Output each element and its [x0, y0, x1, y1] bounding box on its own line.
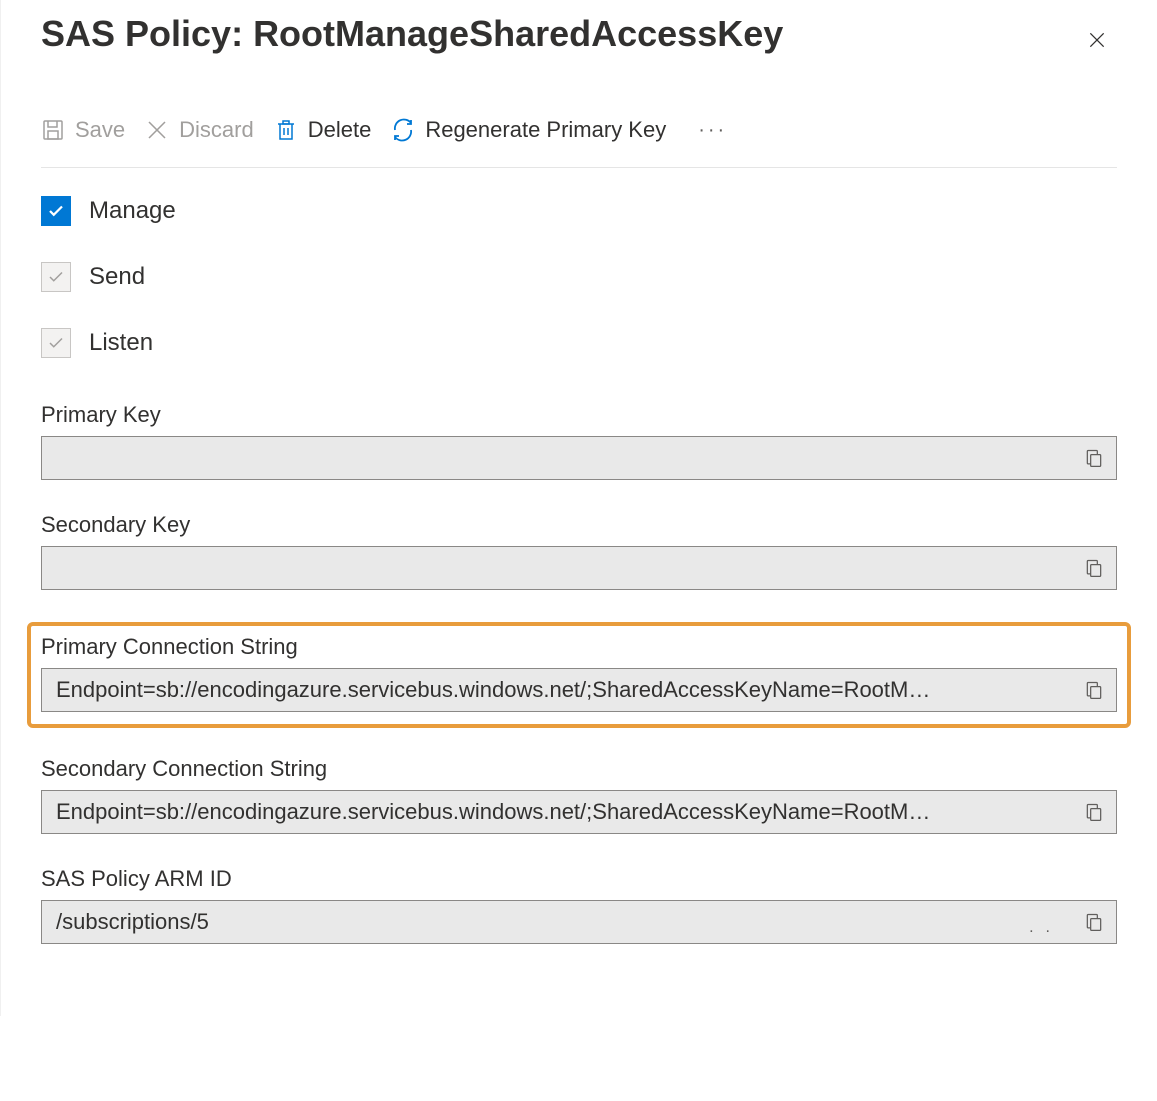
manage-checkbox[interactable] [41, 196, 71, 226]
truncation-dots: .. [1029, 919, 1072, 943]
send-checkbox[interactable] [41, 262, 71, 292]
copy-icon [1084, 912, 1104, 932]
toolbar: Save Discard Delete Regenerate Primary K… [41, 111, 1117, 168]
secondary-connection-row [41, 790, 1117, 834]
arm-id-label: SAS Policy ARM ID [41, 866, 1117, 892]
more-button[interactable]: ··· [686, 113, 739, 148]
copy-icon [1084, 558, 1104, 578]
copy-icon [1084, 448, 1104, 468]
manage-label: Manage [89, 197, 176, 225]
more-icon: ··· [698, 119, 727, 141]
secondary-key-field: Secondary Key [41, 512, 1117, 590]
send-label: Send [89, 263, 145, 291]
arm-id-copy-button[interactable] [1072, 901, 1116, 943]
save-icon [41, 118, 65, 142]
copy-icon [1084, 802, 1104, 822]
secondary-connection-copy-button[interactable] [1072, 791, 1116, 833]
sas-policy-panel: SAS Policy: RootManageSharedAccessKey Sa… [0, 0, 1157, 1016]
delete-label: Delete [308, 117, 372, 143]
panel-header: SAS Policy: RootManageSharedAccessKey [41, 12, 1117, 63]
secondary-connection-input[interactable] [42, 791, 1072, 833]
arm-id-field: SAS Policy ARM ID .. [41, 866, 1117, 944]
permission-send: Send [41, 262, 1117, 292]
permission-manage: Manage [41, 196, 1117, 226]
secondary-key-row [41, 546, 1117, 590]
delete-button[interactable]: Delete [274, 111, 388, 149]
regenerate-label: Regenerate Primary Key [425, 117, 666, 143]
close-button[interactable] [1077, 20, 1117, 63]
primary-key-field: Primary Key [41, 402, 1117, 480]
close-icon [1087, 30, 1107, 50]
check-icon [47, 334, 65, 352]
arm-id-input[interactable] [42, 901, 1029, 943]
discard-button[interactable]: Discard [145, 111, 270, 149]
primary-connection-highlight: Primary Connection String [27, 622, 1131, 728]
arm-id-row: .. [41, 900, 1117, 944]
primary-key-row [41, 436, 1117, 480]
primary-connection-input[interactable] [42, 669, 1072, 711]
primary-connection-copy-button[interactable] [1072, 669, 1116, 711]
secondary-key-label: Secondary Key [41, 512, 1117, 538]
save-label: Save [75, 117, 125, 143]
listen-label: Listen [89, 329, 153, 357]
primary-connection-row [41, 668, 1117, 712]
save-button[interactable]: Save [41, 111, 141, 149]
panel-title: SAS Policy: RootManageSharedAccessKey [41, 12, 783, 55]
permission-listen: Listen [41, 328, 1117, 358]
primary-key-label: Primary Key [41, 402, 1117, 428]
secondary-connection-label: Secondary Connection String [41, 756, 1117, 782]
discard-label: Discard [179, 117, 254, 143]
primary-connection-field: Primary Connection String [41, 634, 1117, 712]
refresh-icon [391, 118, 415, 142]
delete-icon [274, 118, 298, 142]
listen-checkbox[interactable] [41, 328, 71, 358]
discard-icon [145, 118, 169, 142]
primary-key-input[interactable] [42, 437, 1072, 479]
secondary-connection-field: Secondary Connection String [41, 756, 1117, 834]
primary-key-copy-button[interactable] [1072, 437, 1116, 479]
primary-connection-label: Primary Connection String [41, 634, 1117, 660]
secondary-key-input[interactable] [42, 547, 1072, 589]
secondary-key-copy-button[interactable] [1072, 547, 1116, 589]
copy-icon [1084, 680, 1104, 700]
regenerate-button[interactable]: Regenerate Primary Key [391, 111, 682, 149]
check-icon [47, 268, 65, 286]
check-icon [47, 202, 65, 220]
